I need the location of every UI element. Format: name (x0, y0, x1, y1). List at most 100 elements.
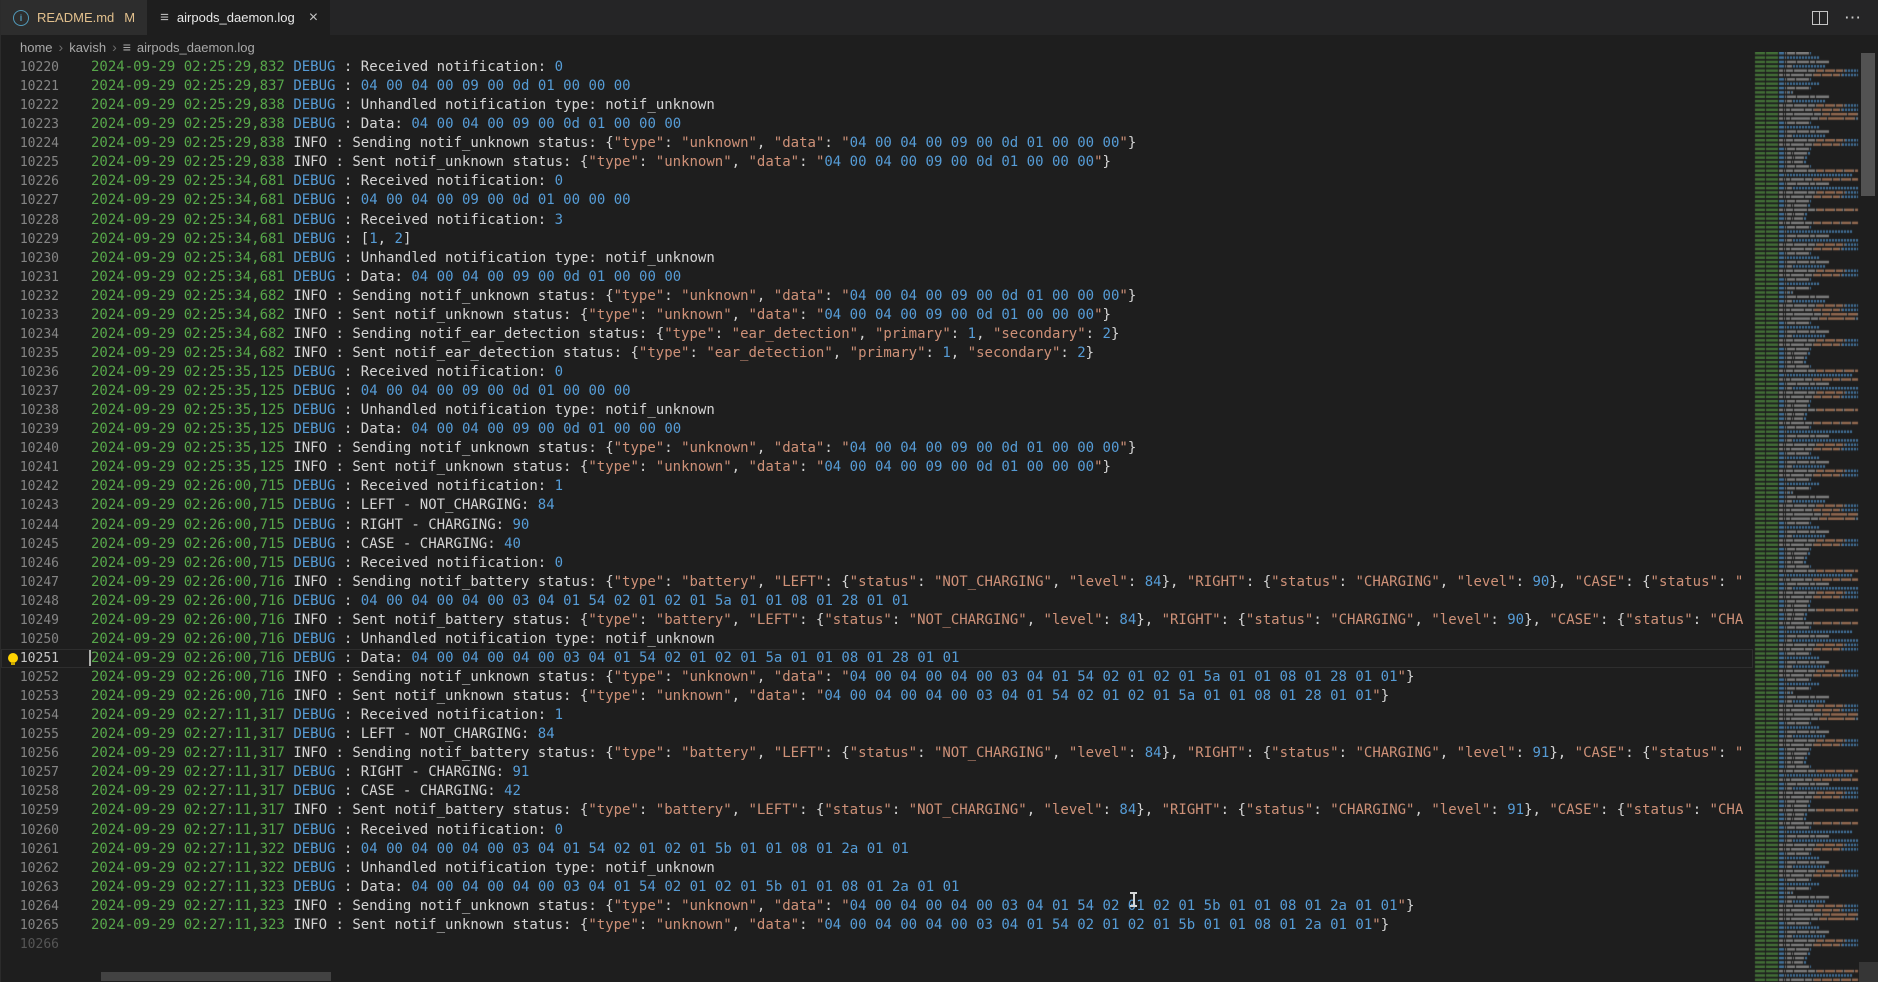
log-line-text[interactable]: 2024-09-29 02:25:29,837 DEBUG : 04 00 04… (91, 77, 631, 96)
minimap[interactable] (1753, 52, 1859, 982)
log-line-text[interactable]: 2024-09-29 02:25:34,682 INFO : Sent noti… (91, 344, 1094, 363)
log-line-text[interactable]: 2024-09-29 02:26:00,715 DEBUG : LEFT - N… (91, 496, 555, 515)
line-number[interactable]: 10240 (1, 439, 59, 458)
log-line-text[interactable]: 2024-09-29 02:27:11,317 DEBUG : CASE - C… (91, 782, 521, 801)
log-line-text[interactable]: 2024-09-29 02:27:11,322 DEBUG : Unhandle… (91, 859, 715, 878)
log-line-text[interactable]: 2024-09-29 02:25:29,838 INFO : Sending n… (91, 134, 1136, 153)
line-number[interactable]: 10234 (1, 325, 59, 344)
line-number[interactable]: 10222 (1, 96, 59, 115)
log-line-text[interactable]: 2024-09-29 02:26:00,716 DEBUG : 04 00 04… (91, 592, 909, 611)
line-number[interactable]: 10260 (1, 821, 59, 840)
log-line-text[interactable]: 2024-09-29 02:25:35,125 DEBUG : Unhandle… (91, 401, 715, 420)
log-line-text[interactable]: 2024-09-29 02:26:00,715 DEBUG : Received… (91, 554, 563, 573)
line-number[interactable]: 10247 (1, 573, 59, 592)
log-line-text[interactable]: 2024-09-29 02:27:11,323 INFO : Sent noti… (91, 916, 1389, 935)
line-number[interactable]: 10231 (1, 268, 59, 287)
log-line-text[interactable]: 2024-09-29 02:25:34,681 DEBUG : Unhandle… (91, 249, 715, 268)
log-line-text[interactable]: 2024-09-29 02:25:35,125 INFO : Sent noti… (91, 458, 1111, 477)
line-number[interactable]: 10256 (1, 744, 59, 763)
log-line-text[interactable]: 2024-09-29 02:27:11,317 DEBUG : Received… (91, 706, 563, 725)
line-number[interactable]: 10253 (1, 687, 59, 706)
line-number[interactable]: 10245 (1, 535, 59, 554)
line-number[interactable]: 10235 (1, 344, 59, 363)
log-line-text[interactable]: 2024-09-29 02:25:35,125 DEBUG : Received… (91, 363, 563, 382)
line-number[interactable]: 10244 (1, 516, 59, 535)
tab-airpods-daemon-log[interactable]: ≡ airpods_daemon.log × (148, 0, 330, 35)
line-number[interactable]: 10254 (1, 706, 59, 725)
line-number[interactable]: 10225 (1, 153, 59, 172)
vertical-scrollbar-thumb[interactable] (1861, 53, 1875, 196)
horizontal-scrollbar-thumb[interactable] (101, 972, 331, 981)
log-line-text[interactable]: 2024-09-29 02:25:35,125 DEBUG : 04 00 04… (91, 382, 631, 401)
log-line-text[interactable]: 2024-09-29 02:25:29,832 DEBUG : Received… (91, 58, 563, 77)
log-line-text[interactable]: 2024-09-29 02:25:29,838 DEBUG : Unhandle… (91, 96, 715, 115)
log-line-text[interactable]: 2024-09-29 02:27:11,317 INFO : Sending n… (91, 744, 1743, 763)
log-line-text[interactable]: 2024-09-29 02:26:00,715 DEBUG : Received… (91, 477, 563, 496)
log-line-text[interactable]: 2024-09-29 02:25:34,681 DEBUG : [1, 2] (91, 230, 411, 249)
line-number[interactable]: 10249 (1, 611, 59, 630)
line-number[interactable]: 10227 (1, 191, 59, 210)
log-line-text[interactable]: 2024-09-29 02:26:00,716 INFO : Sending n… (91, 668, 1414, 687)
line-number[interactable]: 10243 (1, 496, 59, 515)
log-line-text[interactable]: 2024-09-29 02:27:11,317 DEBUG : Received… (91, 821, 563, 840)
line-number[interactable]: 10255 (1, 725, 59, 744)
log-line-text[interactable]: 2024-09-29 02:25:34,682 INFO : Sending n… (91, 325, 1119, 344)
log-line-text[interactable]: 2024-09-29 02:25:34,682 INFO : Sent noti… (91, 306, 1111, 325)
line-number[interactable]: 10230 (1, 249, 59, 268)
line-number[interactable]: 10236 (1, 363, 59, 382)
line-number[interactable]: 10228 (1, 211, 59, 230)
line-number[interactable]: 10265 (1, 916, 59, 935)
line-number[interactable]: 10233 (1, 306, 59, 325)
line-number[interactable]: 10229 (1, 230, 59, 249)
line-number[interactable]: 10239 (1, 420, 59, 439)
split-editor-icon[interactable] (1812, 11, 1828, 25)
log-line-text[interactable]: 2024-09-29 02:27:11,323 INFO : Sending n… (91, 897, 1414, 916)
line-number[interactable]: 10248 (1, 592, 59, 611)
log-line-text[interactable]: 2024-09-29 02:26:00,716 INFO : Sent noti… (91, 611, 1743, 630)
line-number[interactable]: 10252 (1, 668, 59, 687)
log-line-text[interactable]: 2024-09-29 02:25:34,681 DEBUG : Received… (91, 172, 563, 191)
log-line-text[interactable]: 2024-09-29 02:25:29,838 DEBUG : Data: 04… (91, 115, 681, 134)
line-number[interactable]: 10250 (1, 630, 59, 649)
close-icon[interactable]: × (309, 9, 318, 27)
log-line-text[interactable]: 2024-09-29 02:26:00,716 INFO : Sent noti… (91, 687, 1389, 706)
log-line-text[interactable]: 2024-09-29 02:27:11,323 DEBUG : Data: 04… (91, 878, 959, 897)
line-number[interactable]: 10223 (1, 115, 59, 134)
line-number[interactable]: 10242 (1, 477, 59, 496)
line-number[interactable]: 10224 (1, 134, 59, 153)
line-number[interactable]: 10258 (1, 782, 59, 801)
line-number[interactable]: 10251 (1, 649, 59, 668)
log-line-text[interactable]: 2024-09-29 02:27:11,317 DEBUG : LEFT - N… (91, 725, 555, 744)
line-number[interactable]: 10264 (1, 897, 59, 916)
log-content[interactable]: 10220 2024-09-29 02:25:29,832 DEBUG : Rec… (1, 58, 1753, 982)
log-line-text[interactable]: 2024-09-29 02:25:34,681 DEBUG : Received… (91, 211, 563, 230)
breadcrumb-home[interactable]: home (20, 40, 53, 55)
log-line-text[interactable]: 2024-09-29 02:27:11,322 DEBUG : 04 00 04… (91, 840, 909, 859)
log-line-text[interactable]: 2024-09-29 02:27:11,317 INFO : Sent noti… (91, 801, 1743, 820)
line-number[interactable]: 10246 (1, 554, 59, 573)
line-number[interactable]: 10232 (1, 287, 59, 306)
log-line-text[interactable]: 2024-09-29 02:26:00,715 DEBUG : RIGHT - … (91, 516, 529, 535)
tab-readme[interactable]: i README.md M (1, 0, 148, 35)
log-line-text[interactable]: 2024-09-29 02:26:00,715 DEBUG : CASE - C… (91, 535, 521, 554)
line-number[interactable]: 10226 (1, 172, 59, 191)
line-number[interactable]: 10266 (1, 935, 59, 954)
line-number[interactable]: 10263 (1, 878, 59, 897)
log-line-text[interactable]: 2024-09-29 02:26:00,716 DEBUG : Data: 04… (91, 649, 959, 668)
log-line-text[interactable]: 2024-09-29 02:27:11,317 DEBUG : RIGHT - … (91, 763, 529, 782)
line-number[interactable]: 10221 (1, 77, 59, 96)
line-number[interactable]: 10220 (1, 58, 59, 77)
log-line-text[interactable]: 2024-09-29 02:26:00,716 INFO : Sending n… (91, 573, 1743, 592)
log-line-text[interactable]: 2024-09-29 02:25:34,682 INFO : Sending n… (91, 287, 1136, 306)
breadcrumb-folder[interactable]: kavish (69, 40, 106, 55)
log-line-text[interactable]: 2024-09-29 02:25:29,838 INFO : Sent noti… (91, 153, 1111, 172)
line-number[interactable]: 10257 (1, 763, 59, 782)
log-line-text[interactable]: 2024-09-29 02:26:00,716 DEBUG : Unhandle… (91, 630, 715, 649)
log-line-text[interactable]: 2024-09-29 02:25:35,125 INFO : Sending n… (91, 439, 1136, 458)
breadcrumb-file[interactable]: airpods_daemon.log (137, 40, 255, 55)
line-number[interactable]: 10261 (1, 840, 59, 859)
log-line-text[interactable]: 2024-09-29 02:25:34,681 DEBUG : Data: 04… (91, 268, 681, 287)
line-number[interactable]: 10238 (1, 401, 59, 420)
more-actions-icon[interactable]: ⋯ (1844, 13, 1862, 23)
line-number[interactable]: 10259 (1, 801, 59, 820)
